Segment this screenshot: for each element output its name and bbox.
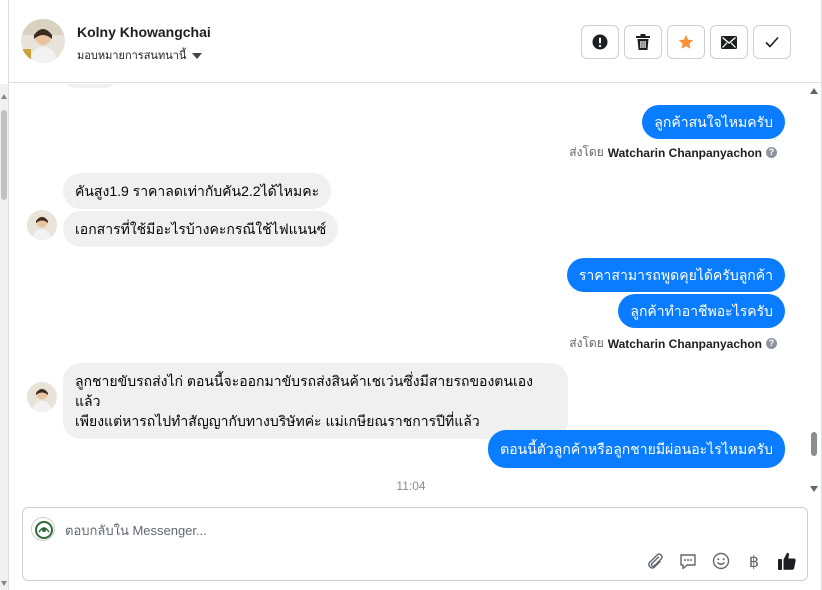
thread-scroll-thumb[interactable] [811,432,817,456]
checkmark-icon [765,36,779,48]
page-scroll-thumb[interactable] [1,110,7,200]
star-icon [678,34,694,49]
message-bubble-outgoing: ตอนนี้ตัวลูกค้าหรือลูกชายมีผ่อนอะไรไหมคร… [488,430,785,468]
message-timestamp: 11:04 [396,479,426,493]
customer-name: Kolny Khowangchai [77,24,211,40]
caret-down-icon [192,52,203,59]
message-bubble-outgoing: ราคาสามารถพูดคุยได้ครับลูกค้า [566,258,785,292]
customer-avatar-small [27,210,57,240]
sent-by-prefix: ส่งโดย [569,145,604,159]
saved-reply-icon[interactable] [678,551,698,571]
message-bubble-incoming: เอกสารที่ใช้มีอะไรบ้างคะกรณีใช้ไฟแนนซ์ [63,211,339,247]
page-scroll-up-icon[interactable] [1,94,7,99]
conversation-actions [581,25,791,59]
thread-scrollbar[interactable] [807,84,821,500]
delete-button[interactable] [624,25,662,59]
assign-label: มอบหมายการสนทนานี้ [77,50,187,62]
reply-input[interactable] [65,520,665,540]
conversation-header: Kolny Khowangchai มอบหมายการสนทนานี้ [9,0,821,83]
thumbs-up-icon[interactable] [777,551,797,571]
message-bubble-outgoing: ลูกค้าทำอาชีพอะไรครับ [618,294,785,328]
message-thread[interactable]: ลูกค้าสนใจไหมครับ ส่งโดย Watcharin Chanp… [9,84,821,500]
sent-by-label: ส่งโดย Watcharin Chanpanyachon ? [569,334,777,353]
baht-icon[interactable]: ฿ [744,551,764,571]
emoji-icon[interactable] [711,551,731,571]
sent-by-prefix: ส่งโดย [569,336,604,350]
paperclip-icon[interactable] [645,551,665,571]
star-button[interactable] [667,25,705,59]
envelope-icon [721,35,737,49]
mail-button[interactable] [710,25,748,59]
message-line: เพียงแต่หารถไปทำสัญญากับทางบริษัทค่ะ แม่… [75,413,480,429]
scroll-up-icon[interactable] [810,88,818,94]
scroll-down-icon[interactable] [810,486,818,492]
sent-by-agent-name: Watcharin Chanpanyachon [607,145,762,160]
help-icon[interactable]: ? [766,147,777,158]
trash-icon [636,34,650,50]
customer-avatar-small [27,382,57,412]
composer-tools: ฿ [645,551,797,571]
message-bubble-cut [63,84,117,88]
alert-button[interactable] [581,25,619,59]
page-logo-icon [31,517,55,541]
message-bubble-incoming: คันสูง1.9 ราคาลดเท่ากับคัน2.2ได้ไหมคะ [63,173,332,209]
page-scrollbar[interactable] [0,84,8,590]
exclamation-circle-icon [592,34,608,50]
reply-composer: ฿ [22,507,808,581]
message-bubble-incoming: ลูกชายขับรถส่งไก่ ตอนนี้จะออกมาขับรถส่งส… [63,363,568,439]
help-icon[interactable]: ? [766,338,777,349]
page-scroll-down-icon[interactable] [1,581,7,586]
sent-by-label: ส่งโดย Watcharin Chanpanyachon ? [569,143,777,162]
message-line: ลูกชายขับรถส่งไก่ ตอนนี้จะออกมาขับรถส่งส… [75,373,533,409]
assign-conversation-dropdown[interactable]: มอบหมายการสนทนานี้ [77,46,203,64]
sent-by-agent-name: Watcharin Chanpanyachon [607,336,762,351]
customer-avatar[interactable] [21,19,65,63]
conversation-panel: Kolny Khowangchai มอบหมายการสนทนานี้ ลูก… [8,0,822,590]
done-button[interactable] [753,25,791,59]
message-bubble-outgoing: ลูกค้าสนใจไหมครับ [642,105,785,139]
